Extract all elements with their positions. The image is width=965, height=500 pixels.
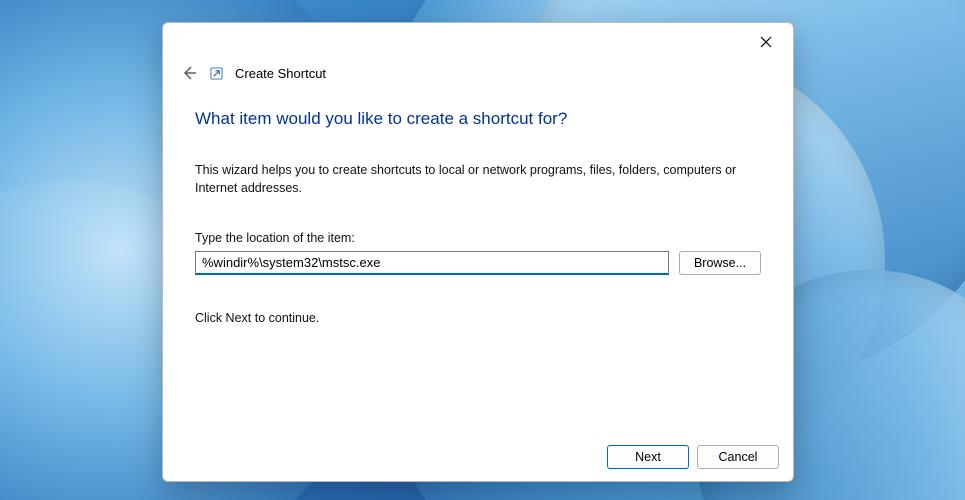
dialog-header: Create Shortcut [163,61,793,91]
dialog-title: Create Shortcut [235,66,326,81]
dialog-footer: Next Cancel [163,433,793,481]
cancel-button[interactable]: Cancel [697,445,779,469]
location-input[interactable] [195,251,669,275]
back-button[interactable] [181,65,197,81]
location-field-label: Type the location of the item: [195,231,761,245]
next-button[interactable]: Next [607,445,689,469]
close-icon [760,36,772,48]
dialog-content: What item would you like to create a sho… [163,91,793,433]
browse-button[interactable]: Browse... [679,251,761,275]
title-bar [163,23,793,61]
continue-instruction: Click Next to continue. [195,311,761,325]
close-button[interactable] [751,29,781,55]
wizard-description: This wizard helps you to create shortcut… [195,161,761,197]
create-shortcut-dialog: Create Shortcut What item would you like… [162,22,794,482]
wizard-question: What item would you like to create a sho… [195,109,761,129]
shortcut-icon [209,66,223,80]
back-arrow-icon [181,65,197,81]
